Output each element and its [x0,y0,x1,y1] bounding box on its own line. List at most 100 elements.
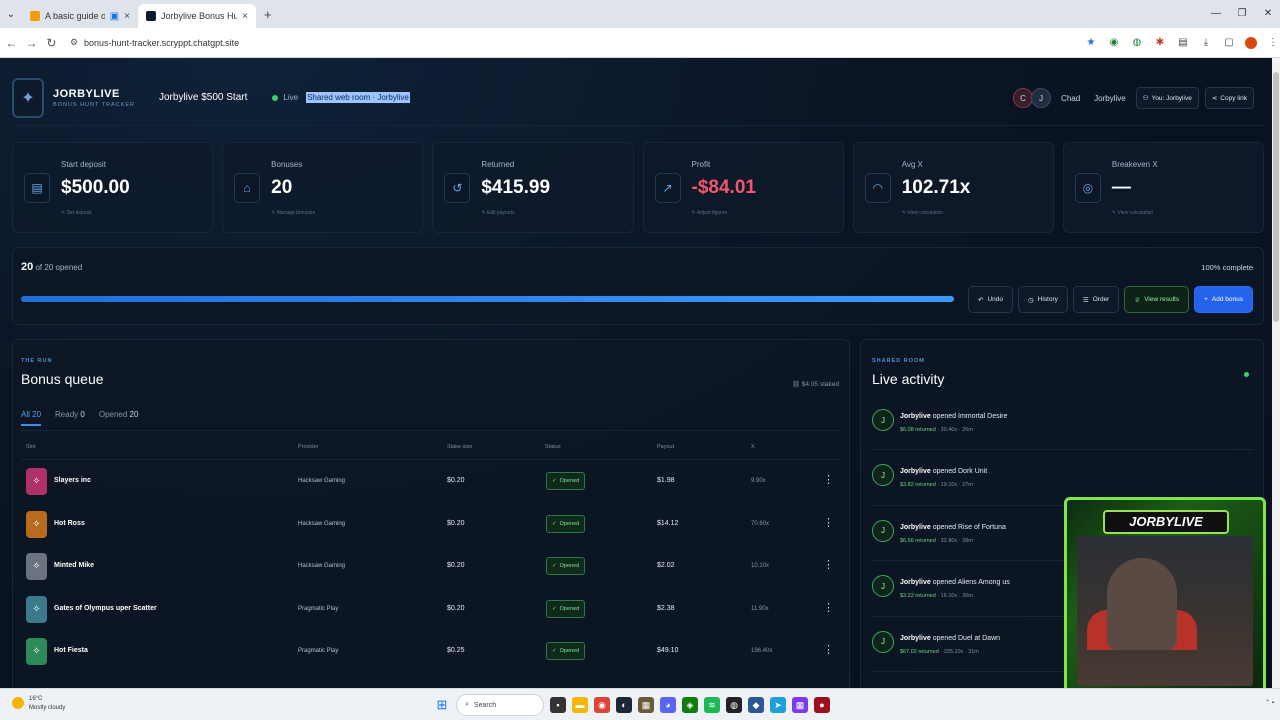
new-tab-icon[interactable]: + [264,7,272,22]
stat-label: Start deposit [61,160,106,169]
task-view-icon[interactable]: ▪ [550,697,566,713]
browser-tab-tracker[interactable]: Jorbylive Bonus Hunt Tracker × [138,4,256,28]
you-button[interactable]: ⚇ You: Jorbylive [1135,87,1199,109]
extension-icon[interactable]: ◉ [1107,37,1121,48]
obs-icon[interactable]: ◍ [726,697,742,713]
stat-profit[interactable]: ↗ Profit -$84.01 ✎ Adjust figures [642,142,844,233]
extension-icon[interactable]: ✱ [1153,37,1167,48]
filter-opened[interactable]: Opened 20 [99,410,139,426]
telegram-icon[interactable]: ➤ [770,697,786,713]
stat-avg-x[interactable]: ◠ Avg X 102.71x ✎ View calculation [852,142,1054,233]
bookmark-star-icon[interactable]: ★ [1084,37,1098,48]
maximize-icon[interactable]: ❐ [1230,0,1254,28]
activity-text: opened Rise of Fortuna [932,523,1006,531]
reload-icon[interactable]: ↻ [43,36,60,50]
system-tray[interactable]: ⌃ ▪ [1265,699,1274,706]
filter-label: All [21,410,30,419]
forward-icon[interactable]: → [23,36,40,50]
status-label: Opened [559,563,580,570]
row-menu-icon[interactable]: ⋮ [823,516,834,529]
table-row[interactable]: ✧ Hot Ross Hacksaw Gaming $0.20 ✓ Opened … [21,503,841,546]
table-body: ✧ Slayers inc Hacksaw Gaming $0.20 ✓ Open… [21,460,841,673]
stat-value: $500.00 [61,177,130,198]
chrome-icon[interactable]: ◉ [594,697,610,713]
url-field[interactable]: ⚙ bonus-hunt-tracker.scryppt.chatgpt.sit… [69,31,1080,54]
taskbar-search[interactable]: ⌕ Search [456,694,544,716]
xbox-icon[interactable]: ◈ [682,697,698,713]
windows-start-icon[interactable]: ⊞ [434,697,450,713]
filter-ready[interactable]: Ready 0 [55,410,85,426]
close-icon[interactable]: × [124,11,130,22]
extension-icon[interactable]: ◍ [1130,37,1144,48]
progress-panel: 20 of 20 opened 100% complete ↶ Undo ◷ His… [12,247,1264,325]
steam-icon[interactable]: ◐ [616,697,632,713]
stat-action[interactable]: ✎ Manage bonuses [271,210,315,216]
activity-text: opened Immortal Desire [932,413,1008,420]
row-menu-icon[interactable]: ⋮ [823,473,834,486]
site-info-icon[interactable]: ⚙ [70,37,78,48]
weather-widget[interactable]: 16°C Mostly cloudy [12,695,65,713]
stat-action[interactable]: ✎ View calculation [1112,210,1153,216]
check-icon: ✓ [552,520,557,527]
activity-line: Jorbylive opened Immortal Desire [900,413,1007,420]
history-button[interactable]: ◷ History [1018,286,1068,313]
add-bonus-label: Add bonus [1211,296,1243,303]
order-button[interactable]: ☰ Order [1072,286,1120,313]
stat-action-label: Adjust figures [696,210,728,216]
status-label: Opened [559,605,580,612]
column-header: Stake size [447,444,473,450]
view-results-button[interactable]: ♕ View results [1124,286,1190,313]
row-menu-icon[interactable]: ⋮ [823,558,834,571]
stat-action[interactable]: ✎ View calculation [902,210,943,216]
file-explorer-icon[interactable]: ▬ [572,697,588,713]
stake-size: $0.20 [447,477,465,484]
user-name: Jorbylive [1094,93,1126,103]
stat-action[interactable]: ✎ Adjust figures [692,210,728,216]
download-icon[interactable]: ⤓ [1199,37,1213,48]
table-row[interactable]: ✧ Minted Mike Hacksaw Gaming $0.20 ✓ Open… [21,545,841,588]
app-icon[interactable]: ▦ [792,697,808,713]
app-icon[interactable]: ◆ [748,697,764,713]
tab-search-icon[interactable]: ⌄ [0,9,22,20]
page-scrollbar[interactable] [1272,58,1280,688]
minimize-icon[interactable]: — [1204,0,1228,28]
profile-avatar-icon[interactable] [1244,36,1257,49]
back-icon[interactable]: ← [3,36,20,50]
browser-tab-guide[interactable]: A basic guide on how to pl ▣ × [22,4,138,28]
stat-action-label: View calculation [907,210,944,216]
stat-returned[interactable]: ↺ Returned $415.99 ✎ Edit payouts [432,142,634,233]
row-menu-icon[interactable]: ⋮ [823,643,834,656]
discord-icon[interactable]: ◕ [660,697,676,713]
stat-bonuses[interactable]: ⌂ Bonuses 20 ✎ Manage bonuses [222,142,424,233]
scrollbar-thumb[interactable] [1273,72,1279,322]
section-eyebrow: SHARED ROOM [872,358,925,364]
spotify-icon[interactable]: ≋ [704,697,720,713]
row-menu-icon[interactable]: ⋮ [823,601,834,614]
undo-button[interactable]: ↶ Undo [968,286,1013,313]
activity-detail: · 30.40x · 26m [937,427,973,433]
split-icon[interactable]: ▢ [1222,37,1236,48]
stat-action[interactable]: ✎ Edit payouts [481,210,514,216]
copy-link-button[interactable]: ⋖ Copy link [1204,87,1254,109]
column-header: X [751,444,755,450]
stat-action[interactable]: ✎ Set deposit [61,210,92,216]
stat-breakeven-x[interactable]: ◎ Breakeven X — ✎ View calculation [1062,142,1265,233]
close-icon[interactable]: × [242,11,248,22]
table-row[interactable]: ✧ Hot Fiesta Pragmatic Play $0.25 ✓ Opene… [21,630,841,673]
stat-value: -$84.01 [691,177,756,198]
extensions-puzzle-icon[interactable]: ▤ [1176,37,1190,48]
filter-all[interactable]: All 20 [21,410,42,426]
app-icon[interactable]: ▦ [638,697,654,713]
app-icon[interactable]: ● [814,697,830,713]
activity-user: Jorbylive [900,634,931,642]
menu-kebab-icon[interactable]: ⋮ [1266,37,1280,48]
table-row[interactable]: ✧ Slayers inc Hacksaw Gaming $0.20 ✓ Open… [21,460,841,503]
activity-text: opened Dork Unit [932,468,988,476]
opened-of-text: of 20 opened [35,263,83,272]
table-row[interactable]: ✧ Gates of Olympus uper Scatter Pragmati… [21,588,841,631]
staked-label: $4.05 staked [801,381,839,388]
add-bonus-button[interactable]: + Add bonus [1194,286,1253,313]
close-window-icon[interactable]: ✕ [1256,0,1280,28]
activity-line: Jorbylive opened Rise of Fortuna [900,524,1006,531]
stat-start-deposit[interactable]: ▤ Start deposit $500.00 ✎ Set deposit [12,142,214,233]
